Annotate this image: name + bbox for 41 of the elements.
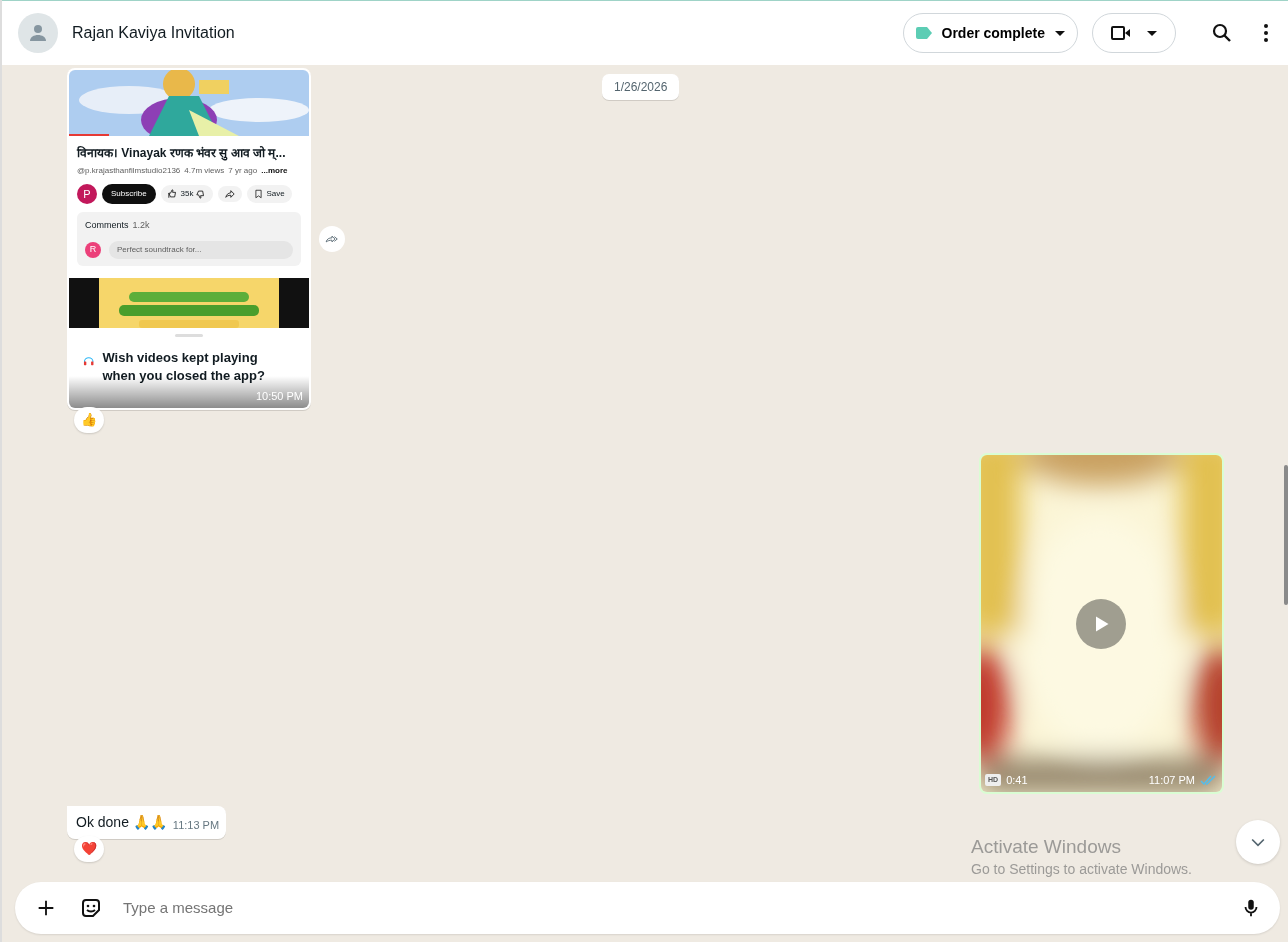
- upload-age: 7 yr ago: [228, 165, 258, 177]
- reaction-badge[interactable]: ❤: [74, 836, 104, 862]
- caret-icon: [1055, 30, 1065, 36]
- message-time: 11:07 PM: [1148, 772, 1195, 788]
- scrollbar-thumb[interactable]: [1284, 465, 1288, 605]
- date-chip: 1/26/2026: [602, 74, 680, 100]
- message-text: Ok done 🙏🙏: [76, 813, 167, 832]
- video-camera-icon: [1111, 25, 1131, 41]
- comment-count: 1.2k: [132, 219, 150, 232]
- video-duration: 0:41: [1006, 772, 1028, 788]
- sticker-icon: [79, 896, 103, 920]
- bookmark-icon: [254, 189, 264, 199]
- channel-avatar: P: [77, 184, 97, 204]
- save-button: Save: [247, 185, 292, 203]
- composer-bar[interactable]: Type a message: [15, 882, 1280, 934]
- contact-avatar[interactable]: [18, 13, 58, 53]
- message-time: 10:50 PM: [255, 388, 303, 404]
- more-link: ...more: [261, 165, 288, 177]
- message-input[interactable]: Type a message: [121, 895, 1222, 921]
- caret-icon: [1147, 30, 1157, 36]
- comment-preview: Perfect soundtrack for...: [109, 240, 293, 259]
- share-arrow-icon: [225, 189, 236, 199]
- video-title: विनायक। Vinayak रणक भंवर सु आव जो म्...: [77, 145, 287, 162]
- kebab-menu-icon: [1264, 24, 1268, 42]
- channel-handle: @p.krajasthanfilmstudio2136: [77, 165, 181, 177]
- thumbs-up-icon: [167, 189, 178, 199]
- commenter-avatar: R: [85, 241, 101, 258]
- like-button: 35k: [160, 185, 214, 203]
- message-time: 11:13 PM: [172, 817, 220, 833]
- contact-name[interactable]: Rajan Kaviya Invitation: [72, 21, 889, 45]
- subscribe-button: Subscribe: [102, 184, 156, 204]
- promo-text: Wish videos kept playing when you closed the app?: [102, 349, 266, 385]
- message-bubble[interactable]: Ok done 🙏🙏 11:13 PM: [67, 806, 227, 839]
- view-count: 4.7m views: [184, 165, 225, 177]
- video-call-button[interactable]: [1092, 13, 1176, 53]
- label-button[interactable]: Order complete: [902, 13, 1078, 53]
- thumbs-down-icon: [196, 189, 207, 199]
- activation-title: Activate Windows: [971, 836, 1122, 859]
- activation-subtitle: Go to Settings to activate Windows.: [971, 860, 1192, 879]
- forward-button[interactable]: [319, 226, 345, 252]
- comments-label: Comments: [85, 219, 129, 232]
